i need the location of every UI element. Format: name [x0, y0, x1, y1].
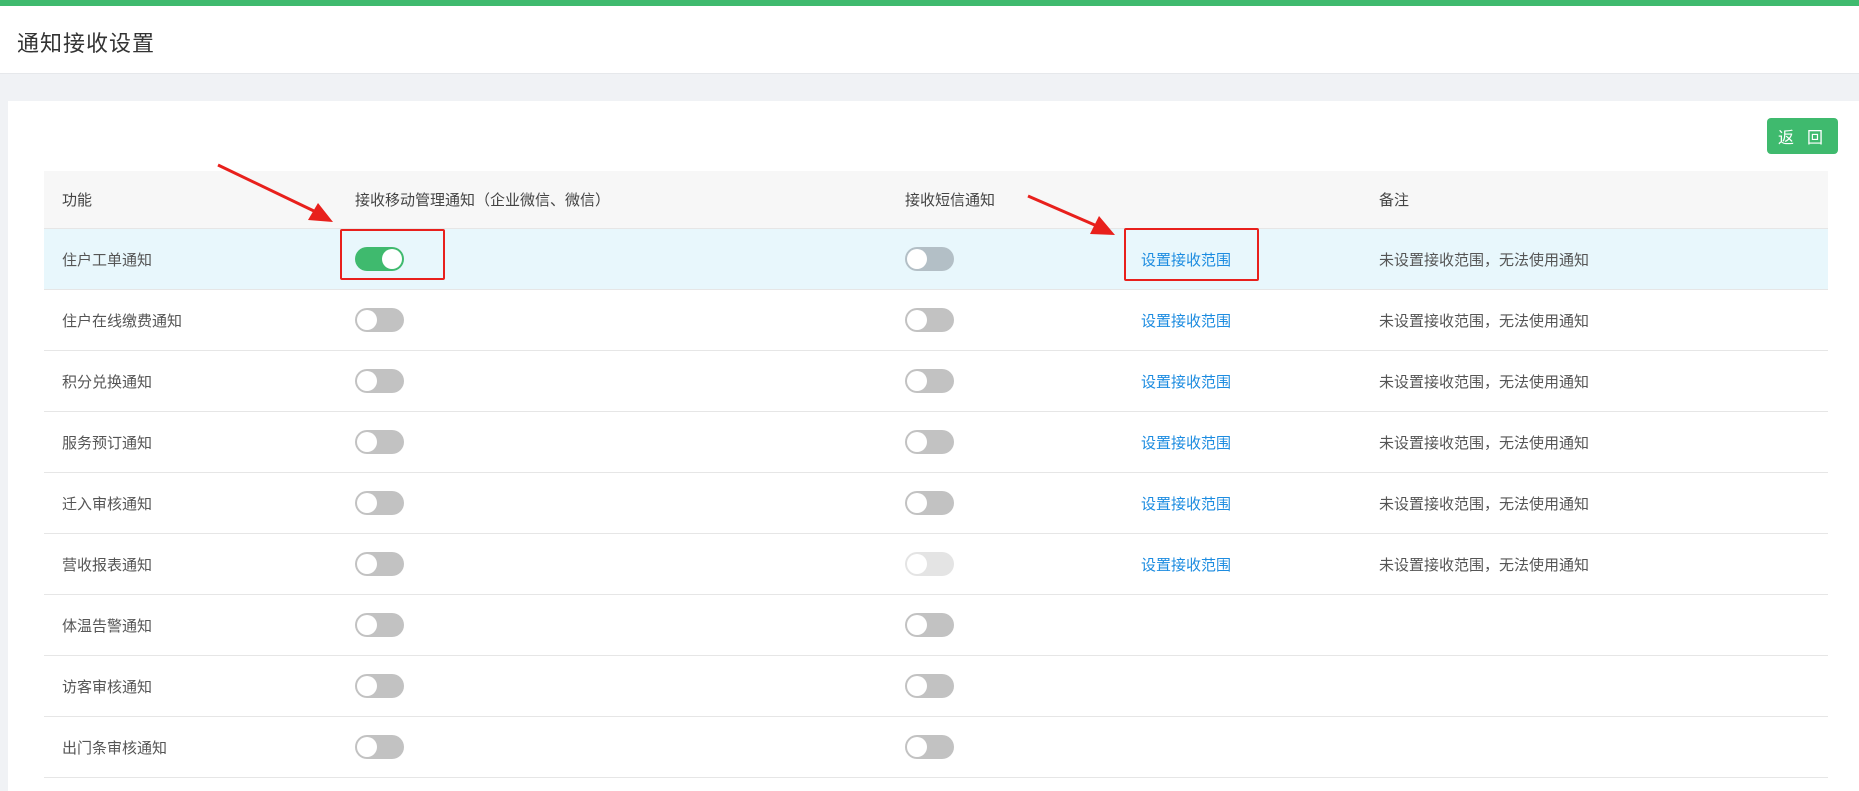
notification-table: 功能 接收移动管理通知（企业微信、微信） 接收短信通知 备注 住户工单通知设置接… — [44, 171, 1828, 778]
header-mobile-notify: 接收移动管理通知（企业微信、微信） — [355, 191, 611, 209]
table-row: 出门条审核通知 — [44, 717, 1828, 778]
toggle-knob — [357, 371, 377, 391]
table-body: 住户工单通知 设置接收范围 未设置接收范围，无法使用通知 住户在线缴费通知 设置接收范围… — [44, 229, 1828, 778]
sms-notify-toggle[interactable] — [905, 430, 954, 454]
toggle-knob — [907, 249, 927, 269]
toggle-knob — [357, 554, 377, 574]
sms-toggle-cell — [905, 534, 954, 594]
table-header: 功能 接收移动管理通知（企业微信、微信） 接收短信通知 备注 — [44, 171, 1828, 229]
sms-notify-toggle — [905, 552, 954, 576]
mobile-toggle-cell — [355, 229, 404, 289]
function-name: 出门条审核通知 — [62, 738, 168, 757]
sms-toggle-cell — [905, 412, 954, 472]
sms-notify-toggle[interactable] — [905, 735, 954, 759]
header-function: 功能 — [62, 191, 93, 209]
toggle-knob — [907, 493, 927, 513]
mobile-toggle-cell — [355, 717, 404, 777]
mobile-toggle-cell — [355, 534, 404, 594]
sms-toggle-cell — [905, 290, 954, 350]
set-range-link[interactable]: 设置接收范围 — [1141, 351, 1231, 411]
mobile-notify-toggle[interactable] — [355, 430, 404, 454]
toggle-knob — [382, 249, 402, 269]
mobile-toggle-cell — [355, 595, 404, 655]
mobile-notify-toggle[interactable] — [355, 308, 404, 332]
mobile-toggle-cell — [355, 656, 404, 716]
page-header: 通知接收设置 — [0, 6, 1859, 74]
table-row: 积分兑换通知 设置接收范围 未设置接收范围，无法使用通知 — [44, 351, 1828, 412]
table-row: 访客审核通知 — [44, 656, 1828, 717]
set-range-link[interactable]: 设置接收范围 — [1141, 412, 1231, 472]
sms-notify-toggle[interactable] — [905, 674, 954, 698]
table-row: 服务预订通知 设置接收范围 未设置接收范围，无法使用通知 — [44, 412, 1828, 473]
toggle-knob — [357, 676, 377, 696]
sms-toggle-cell — [905, 656, 954, 716]
mobile-notify-toggle[interactable] — [355, 247, 404, 271]
function-name: 体温告警通知 — [62, 616, 153, 635]
function-name: 营收报表通知 — [62, 555, 153, 574]
toggle-knob — [907, 737, 927, 757]
mobile-notify-toggle[interactable] — [355, 552, 404, 576]
sms-notify-toggle[interactable] — [905, 613, 954, 637]
toggle-knob — [357, 737, 377, 757]
table-row: 营收报表通知 设置接收范围 未设置接收范围，无法使用通知 — [44, 534, 1828, 595]
set-range-link[interactable]: 设置接收范围 — [1141, 290, 1231, 350]
toggle-knob — [357, 432, 377, 452]
table-row: 迁入审核通知 设置接收范围 未设置接收范围，无法使用通知 — [44, 473, 1828, 534]
remark-text: 未设置接收范围，无法使用通知 — [1379, 555, 1590, 574]
table-row: 住户在线缴费通知 设置接收范围 未设置接收范围，无法使用通知 — [44, 290, 1828, 351]
mobile-toggle-cell — [355, 412, 404, 472]
function-name: 服务预订通知 — [62, 433, 153, 452]
mobile-notify-toggle[interactable] — [355, 613, 404, 637]
mobile-notify-toggle[interactable] — [355, 491, 404, 515]
toggle-knob — [907, 371, 927, 391]
sms-toggle-cell — [905, 229, 954, 289]
mobile-toggle-cell — [355, 351, 404, 411]
sms-notify-toggle[interactable] — [905, 247, 954, 271]
set-range-link[interactable]: 设置接收范围 — [1141, 473, 1231, 533]
sms-notify-toggle[interactable] — [905, 308, 954, 332]
toggle-knob — [907, 432, 927, 452]
function-name: 迁入审核通知 — [62, 494, 153, 513]
remark-text: 未设置接收范围，无法使用通知 — [1379, 372, 1590, 391]
mobile-notify-toggle[interactable] — [355, 735, 404, 759]
header-remark: 备注 — [1379, 191, 1410, 209]
table-row: 体温告警通知 — [44, 595, 1828, 656]
function-name: 访客审核通知 — [62, 677, 153, 696]
toggle-knob — [357, 493, 377, 513]
set-range-link[interactable]: 设置接收范围 — [1141, 229, 1231, 289]
mobile-toggle-cell — [355, 290, 404, 350]
remark-text: 未设置接收范围，无法使用通知 — [1379, 433, 1590, 452]
sms-notify-toggle[interactable] — [905, 369, 954, 393]
toggle-knob — [907, 554, 927, 574]
mobile-notify-toggle[interactable] — [355, 369, 404, 393]
function-name: 住户工单通知 — [62, 250, 153, 269]
toggle-knob — [907, 310, 927, 330]
mobile-toggle-cell — [355, 473, 404, 533]
function-name: 积分兑换通知 — [62, 372, 153, 391]
back-button[interactable]: 返 回 — [1767, 118, 1838, 154]
sms-toggle-cell — [905, 595, 954, 655]
header-sms-notify: 接收短信通知 — [905, 191, 996, 209]
sms-notify-toggle[interactable] — [905, 491, 954, 515]
sms-toggle-cell — [905, 351, 954, 411]
toggle-knob — [907, 676, 927, 696]
set-range-link[interactable]: 设置接收范围 — [1141, 534, 1231, 594]
toggle-knob — [907, 615, 927, 635]
toggle-knob — [357, 615, 377, 635]
remark-text: 未设置接收范围，无法使用通知 — [1379, 494, 1590, 513]
page-title: 通知接收设置 — [17, 32, 156, 57]
function-name: 住户在线缴费通知 — [62, 311, 183, 330]
sms-toggle-cell — [905, 473, 954, 533]
mobile-notify-toggle[interactable] — [355, 674, 404, 698]
remark-text: 未设置接收范围，无法使用通知 — [1379, 311, 1590, 330]
toggle-knob — [357, 310, 377, 330]
remark-text: 未设置接收范围，无法使用通知 — [1379, 250, 1590, 269]
sms-toggle-cell — [905, 717, 954, 777]
table-row: 住户工单通知 设置接收范围 未设置接收范围，无法使用通知 — [44, 229, 1828, 290]
